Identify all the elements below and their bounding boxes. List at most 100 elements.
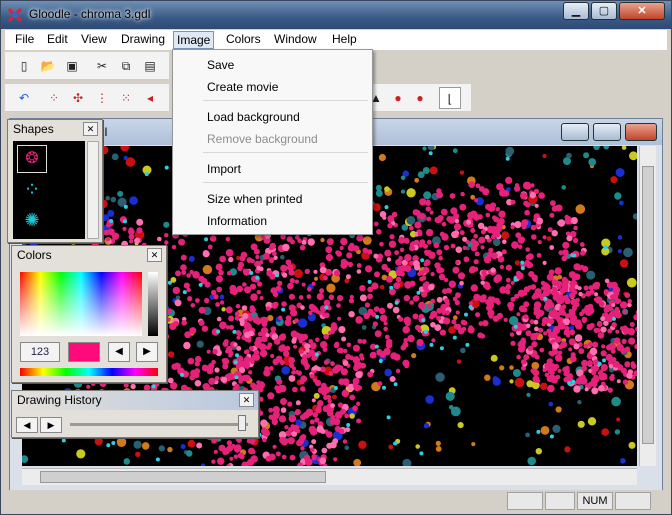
artwork-dot xyxy=(409,300,414,305)
artwork-dot xyxy=(234,311,240,317)
artwork-dot xyxy=(235,330,241,336)
artwork-dot xyxy=(419,451,424,456)
artwork-dot xyxy=(218,269,224,276)
doc-minimize-button[interactable] xyxy=(561,123,589,141)
artwork-dot xyxy=(256,265,261,271)
artwork-dot xyxy=(400,175,406,181)
menu-drawing[interactable]: Drawing xyxy=(121,32,165,46)
artwork-dot xyxy=(374,330,382,338)
artwork-dot xyxy=(516,354,521,360)
close-button[interactable]: ✕ xyxy=(619,2,665,20)
artwork-dot xyxy=(547,384,555,393)
menu-view[interactable]: View xyxy=(81,32,107,46)
hue-bar[interactable] xyxy=(20,368,158,376)
artwork-dot xyxy=(298,349,304,354)
artwork-dot xyxy=(204,237,209,242)
artwork-dot xyxy=(552,424,561,433)
undo-icon[interactable]: ↶ xyxy=(13,87,35,109)
menu-image[interactable]: Image xyxy=(173,31,215,49)
maximize-button[interactable]: ▢ xyxy=(591,2,617,20)
artwork-dot xyxy=(600,326,607,333)
artwork-dot xyxy=(583,152,590,159)
copy-icon[interactable]: ⧉ xyxy=(115,55,137,77)
artwork-dot xyxy=(611,322,617,328)
shape-ring-icon[interactable]: ❂ xyxy=(17,145,47,173)
shape-swirl-icon[interactable]: ✺ xyxy=(17,207,47,235)
cut-icon[interactable]: ✂ xyxy=(91,55,113,77)
shapes-scrollbar[interactable] xyxy=(87,141,99,239)
doc-maximize-button[interactable] xyxy=(593,123,621,141)
menu-item-size-when-printed[interactable]: Size when printed xyxy=(207,192,302,206)
menu-item-import[interactable]: Import xyxy=(207,162,241,176)
artwork-dot xyxy=(94,437,103,446)
doc-close-button[interactable] xyxy=(625,123,657,141)
artwork-dot xyxy=(435,372,445,382)
artwork-dot xyxy=(344,278,350,284)
menu-help[interactable]: Help xyxy=(332,32,357,46)
tool-c-icon[interactable]: ⋮ xyxy=(91,87,113,109)
horizontal-scrollbar[interactable] xyxy=(22,468,637,485)
artwork-dot xyxy=(258,396,264,402)
artwork-dot xyxy=(235,353,239,358)
history-back-button[interactable]: ◀ xyxy=(16,417,38,433)
color-prev-button[interactable]: ◀ xyxy=(108,342,130,362)
menu-item-save[interactable]: Save xyxy=(207,58,234,72)
tool-b-icon[interactable]: ✣ xyxy=(67,87,89,109)
artwork-dot xyxy=(531,274,538,281)
shapes-list[interactable]: ❂ ⁘ ✺ xyxy=(13,141,85,239)
vertical-scrollbar[interactable] xyxy=(639,146,656,466)
artwork-dot xyxy=(171,363,178,370)
brightness-slider[interactable] xyxy=(148,272,158,336)
artwork-dot xyxy=(323,333,330,340)
artwork-dot xyxy=(123,382,129,388)
color-code-button[interactable]: 123 xyxy=(20,342,60,362)
horizontal-scroll-thumb[interactable] xyxy=(40,471,326,483)
menu-window[interactable]: Window xyxy=(274,32,317,46)
minimize-button[interactable]: ▁ xyxy=(563,2,589,20)
shape-quad-icon[interactable]: ⁘ xyxy=(17,177,47,205)
artwork-dot xyxy=(628,337,636,345)
artwork-dot xyxy=(418,301,426,310)
menu-item-create-movie[interactable]: Create movie xyxy=(207,80,278,94)
artwork-dot xyxy=(636,334,637,338)
tool-i-icon[interactable]: ⌊ xyxy=(439,87,461,109)
save-icon[interactable]: ▣ xyxy=(61,55,83,77)
menu-item-load-background[interactable]: Load background xyxy=(207,110,300,124)
tool-d-icon[interactable]: ⁙ xyxy=(115,87,137,109)
tool-h-icon[interactable]: ● xyxy=(409,87,431,109)
artwork-dot xyxy=(319,457,327,465)
tool-a-icon[interactable]: ⁘ xyxy=(43,87,65,109)
paste-icon[interactable]: ▤ xyxy=(139,55,161,77)
history-close-icon[interactable]: ✕ xyxy=(239,393,254,407)
menu-file[interactable]: File xyxy=(15,32,34,46)
artwork-dot xyxy=(375,184,382,191)
history-slider-thumb[interactable] xyxy=(238,415,246,431)
artwork-dot xyxy=(551,286,557,292)
artwork-dot xyxy=(282,272,288,278)
artwork-dot xyxy=(525,330,532,337)
history-slider-track[interactable] xyxy=(70,423,248,426)
tool-e-icon[interactable]: ◂ xyxy=(139,87,161,109)
artwork-dot xyxy=(480,333,486,339)
artwork-dot xyxy=(379,284,385,290)
vertical-scroll-thumb[interactable] xyxy=(642,166,654,444)
shapes-close-icon[interactable]: ✕ xyxy=(83,122,98,136)
history-forward-button[interactable]: ▶ xyxy=(40,417,62,433)
open-icon[interactable]: 📂 xyxy=(37,55,59,77)
artwork-dot xyxy=(414,177,420,183)
image-menu-dropdown: Save Create movie Load background Remove… xyxy=(172,49,373,235)
new-icon[interactable]: ▯ xyxy=(13,55,35,77)
color-spectrum[interactable] xyxy=(20,272,142,336)
tool-g-icon[interactable]: ● xyxy=(387,87,409,109)
artwork-dot xyxy=(267,392,275,400)
artwork-dot xyxy=(573,385,581,393)
menu-item-information[interactable]: Information xyxy=(207,214,267,228)
current-color-swatch[interactable] xyxy=(68,342,100,362)
color-next-button[interactable]: ▶ xyxy=(136,342,158,362)
artwork-dot xyxy=(141,442,150,450)
colors-close-icon[interactable]: ✕ xyxy=(147,248,162,262)
menu-edit[interactable]: Edit xyxy=(47,32,68,46)
artwork-dot xyxy=(341,389,349,398)
menu-colors[interactable]: Colors xyxy=(226,32,261,46)
artwork-dot xyxy=(373,221,379,227)
